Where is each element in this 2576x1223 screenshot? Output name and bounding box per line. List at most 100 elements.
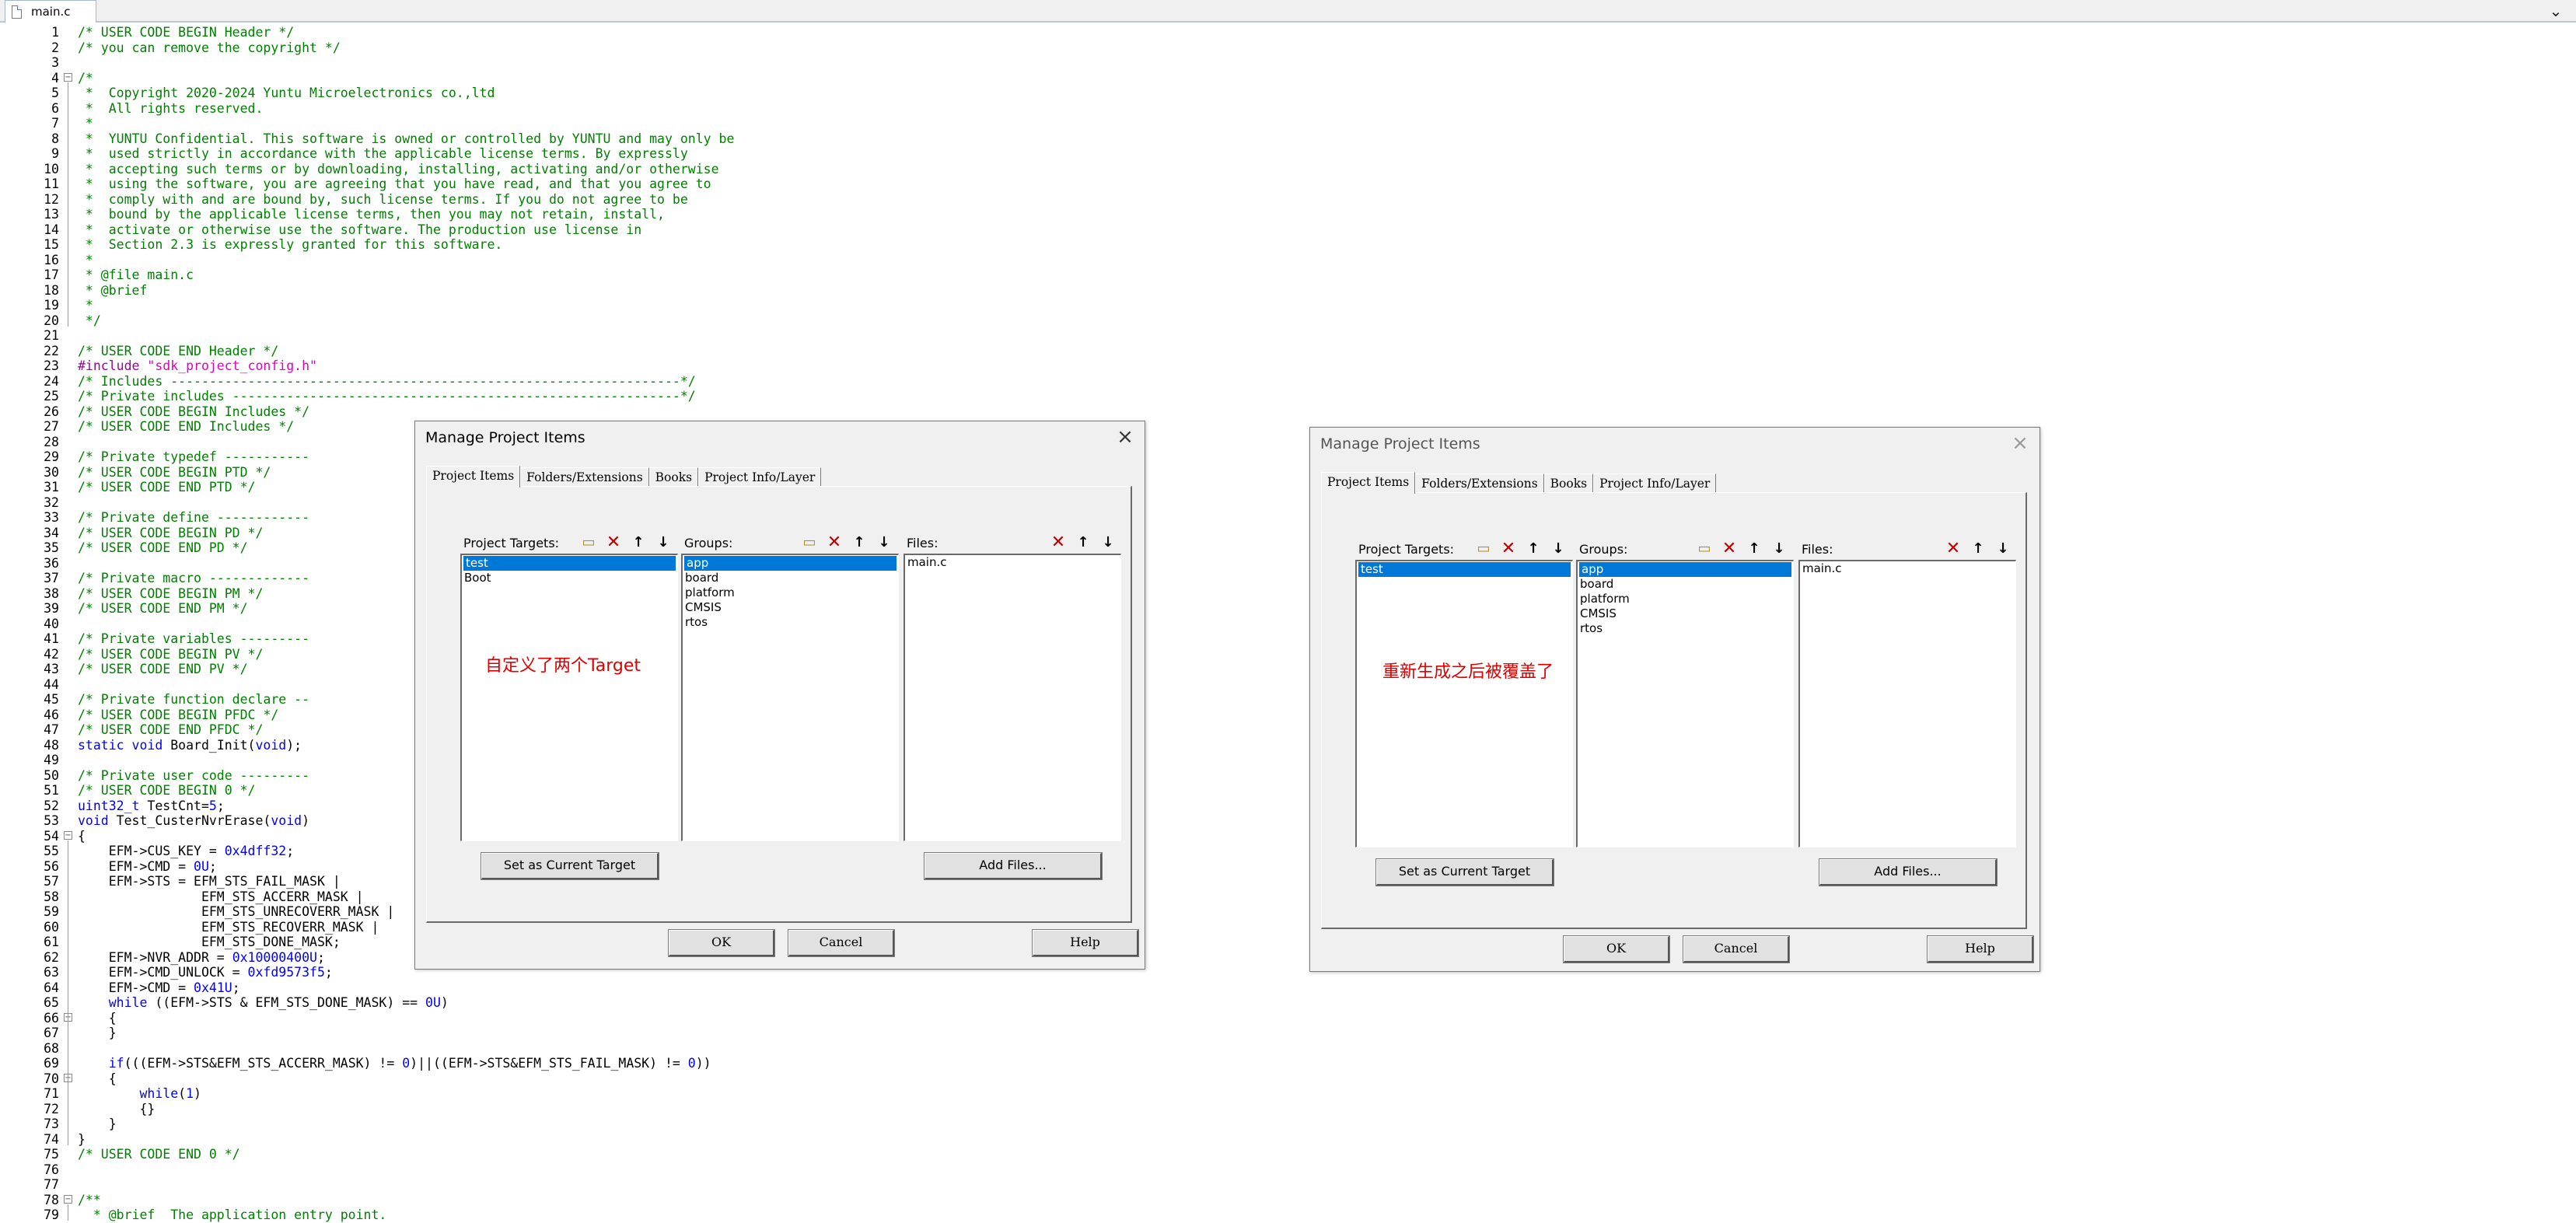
set-as-current-target-button[interactable]: Set as Current Target xyxy=(1375,858,1554,886)
close-icon[interactable]: × xyxy=(1113,423,1137,451)
move-down-icon[interactable]: ↓ xyxy=(1098,532,1118,552)
list-item[interactable]: rtos xyxy=(683,615,898,630)
code-text: /* USER CODE BEGIN PTD */ xyxy=(78,465,271,480)
fold-toggle-icon[interactable]: − xyxy=(64,1194,72,1204)
code-line: 4−/* xyxy=(0,71,933,86)
cancel-button[interactable]: Cancel xyxy=(1683,935,1790,963)
list-item[interactable]: CMSIS xyxy=(683,600,898,615)
move-up-icon[interactable]: ↑ xyxy=(849,532,869,552)
fold-toggle-icon[interactable]: − xyxy=(64,72,72,82)
files-list[interactable]: main.c xyxy=(1798,560,2016,847)
tab-folders-extensions[interactable]: Folders/Extensions xyxy=(1415,473,1544,493)
add-files-button[interactable]: Add Files... xyxy=(924,852,1103,880)
code-line: 5 * Copyright 2020-2024 Yuntu Microelect… xyxy=(0,86,933,101)
new-folder-icon[interactable]: ▭ xyxy=(1694,538,1714,558)
list-item[interactable]: app xyxy=(1579,562,1791,577)
code-text: /* USER CODE BEGIN PV */ xyxy=(78,647,263,662)
move-down-icon[interactable]: ↓ xyxy=(1993,538,2013,558)
new-folder-icon[interactable]: ▭ xyxy=(799,532,820,552)
move-up-icon[interactable]: ↑ xyxy=(628,532,648,552)
groups-list[interactable]: app board platform CMSIS rtos xyxy=(1576,560,1794,847)
list-item[interactable]: rtos xyxy=(1578,621,1793,636)
list-item[interactable]: board xyxy=(1578,577,1793,592)
code-text: /* xyxy=(78,71,93,86)
delete-icon[interactable]: ✕ xyxy=(1498,538,1519,558)
tab-list-dropdown-icon[interactable]: ⌄ xyxy=(2545,0,2567,21)
list-item[interactable]: Boot xyxy=(462,571,677,585)
code-line: 65 while ((EFM->STS & EFM_STS_DONE_MASK)… xyxy=(0,995,933,1011)
delete-icon[interactable]: ✕ xyxy=(1719,538,1739,558)
targets-list[interactable]: test xyxy=(1355,560,1573,847)
list-item[interactable]: board xyxy=(683,571,898,585)
code-token: (((EFM->STS&EFM_STS_ACCERR_MASK) != xyxy=(124,1056,403,1071)
ok-button[interactable]: OK xyxy=(1563,935,1670,963)
move-up-icon[interactable]: ↑ xyxy=(1968,538,1988,558)
code-text: } xyxy=(78,1116,117,1132)
code-text: } xyxy=(78,1026,117,1041)
code-line: 77 xyxy=(0,1177,933,1193)
cancel-button[interactable]: Cancel xyxy=(788,929,895,957)
code-line: 15 * Section 2.3 is expressly granted fo… xyxy=(0,237,933,253)
code-token: EFM->CUS_KEY = xyxy=(78,844,225,858)
code-text: uint32_t TestCnt=5; xyxy=(78,798,225,814)
set-as-current-target-button[interactable]: Set as Current Target xyxy=(481,852,659,880)
code-line: 75 /* USER CODE END 0 */ xyxy=(0,1147,933,1162)
list-item[interactable]: platform xyxy=(1578,592,1793,606)
tab-project-items[interactable]: Project Items xyxy=(1321,472,1416,494)
move-up-icon[interactable]: ↑ xyxy=(1523,538,1543,558)
line-number: 6 xyxy=(51,100,59,116)
delete-icon[interactable]: ✕ xyxy=(1943,538,1963,558)
code-line: 21 xyxy=(0,328,933,344)
ok-button[interactable]: OK xyxy=(668,929,775,957)
list-item[interactable]: main.c xyxy=(905,555,1120,570)
list-item[interactable]: app xyxy=(684,556,897,571)
targets-list[interactable]: test Boot xyxy=(460,554,678,841)
move-down-icon[interactable]: ↓ xyxy=(653,532,673,552)
code-text: /* USER CODE END Includes */ xyxy=(78,419,294,435)
move-down-icon[interactable]: ↓ xyxy=(1548,538,1568,558)
list-item[interactable]: CMSIS xyxy=(1578,606,1793,621)
code-token: uint32_t xyxy=(78,798,148,813)
help-button[interactable]: Help xyxy=(1032,929,1139,957)
tab-folders-extensions[interactable]: Folders/Extensions xyxy=(520,467,649,487)
list-item[interactable]: main.c xyxy=(1800,561,2015,576)
delete-icon[interactable]: ✕ xyxy=(824,532,844,552)
code-line: 78−/** xyxy=(0,1193,933,1208)
list-item[interactable]: platform xyxy=(683,585,898,600)
list-item[interactable]: test xyxy=(1358,562,1571,577)
move-down-icon[interactable]: ↓ xyxy=(1769,538,1789,558)
tab-project-items[interactable]: Project Items xyxy=(426,466,521,487)
code-text: /* you can remove the copyright */ xyxy=(78,40,341,56)
new-folder-icon[interactable]: ▭ xyxy=(578,532,599,552)
code-token: 0U xyxy=(425,995,441,1010)
tab-books[interactable]: Books xyxy=(648,467,699,487)
line-number: 28 xyxy=(44,434,59,449)
code-token: ((EFM->STS & EFM_STS_DONE_MASK) == xyxy=(155,995,426,1010)
code-line: 2 /* you can remove the copyright */ xyxy=(0,40,933,56)
code-line: 14 * activate or otherwise use the softw… xyxy=(0,222,933,238)
line-number: 10 xyxy=(44,161,59,176)
delete-icon[interactable]: ✕ xyxy=(1048,532,1068,552)
tab-books[interactable]: Books xyxy=(1543,473,1594,493)
help-button[interactable]: Help xyxy=(1927,935,2034,963)
list-item[interactable]: test xyxy=(463,556,676,571)
new-folder-icon[interactable]: ▭ xyxy=(1473,538,1494,558)
code-line: 18 * @brief xyxy=(0,283,933,299)
groups-list[interactable]: app board platform CMSIS rtos xyxy=(681,554,899,841)
tab-main-c[interactable]: main.c xyxy=(5,0,96,23)
move-up-icon[interactable]: ↑ xyxy=(1744,538,1764,558)
line-number: 30 xyxy=(44,464,59,480)
delete-icon[interactable]: ✕ xyxy=(603,532,624,552)
add-files-button[interactable]: Add Files... xyxy=(1819,858,1998,886)
close-icon[interactable]: × xyxy=(2008,429,2032,457)
tab-project-info-layer[interactable]: Project Info/Layer xyxy=(698,467,822,487)
targets-header: Project Targets: ▭ ✕ ↑ ↓ xyxy=(460,529,676,553)
files-list[interactable]: main.c xyxy=(904,554,1121,841)
manage-project-items-dialog-regenerated: Manage Project Items × Project Items Fol… xyxy=(1309,427,2040,972)
tab-project-info-layer[interactable]: Project Info/Layer xyxy=(1593,473,1717,493)
move-up-icon[interactable]: ↑ xyxy=(1073,532,1093,552)
code-line: 71 while(1) xyxy=(0,1086,933,1102)
fold-toggle-icon[interactable]: − xyxy=(64,830,72,840)
move-down-icon[interactable]: ↓ xyxy=(874,532,894,552)
code-token: "sdk_project_config.h" xyxy=(147,358,317,373)
